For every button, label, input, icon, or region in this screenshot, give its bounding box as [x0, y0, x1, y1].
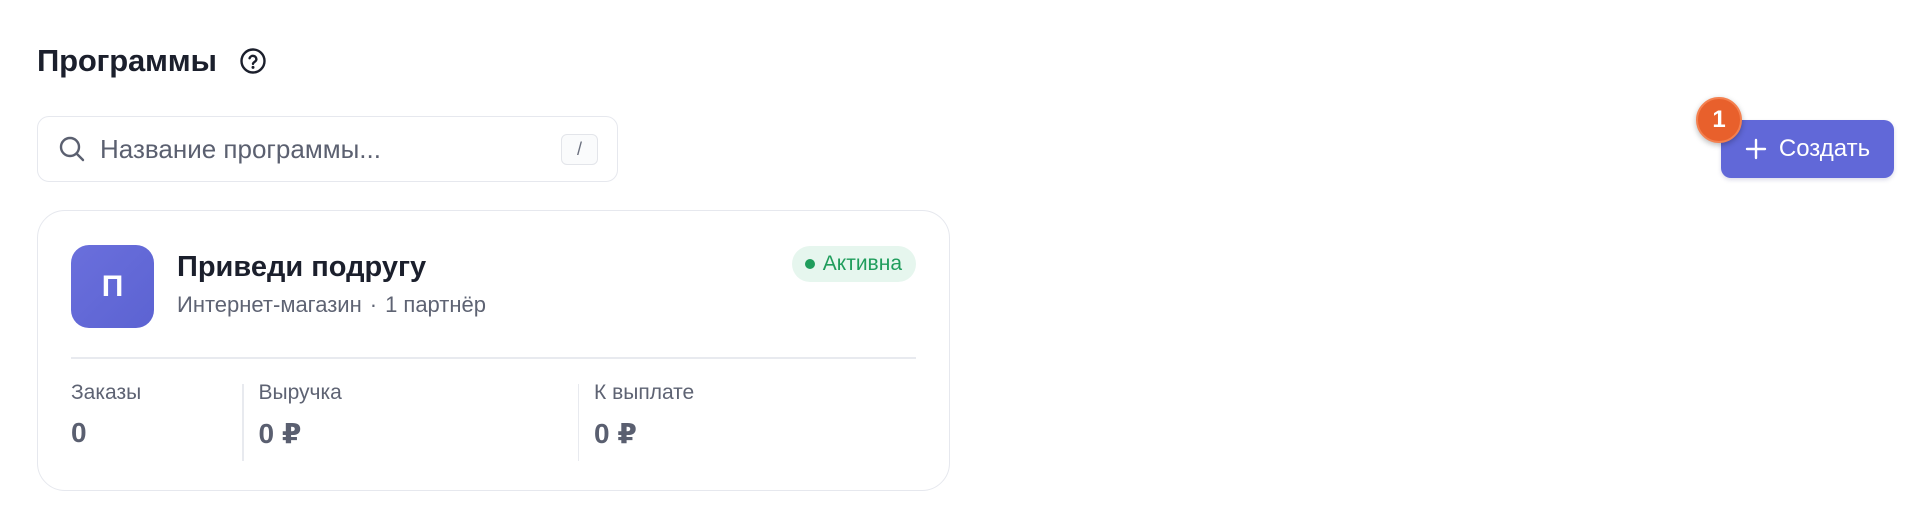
program-name: Приведи подругу — [177, 251, 427, 283]
programs-page: Программы / Создать 1 П Привед — [0, 0, 1920, 532]
card-divider — [71, 357, 916, 359]
create-button-label: Создать — [1778, 135, 1871, 162]
create-program-button[interactable]: Создать — [1721, 120, 1894, 178]
stat-value: 0 ₽ — [594, 418, 637, 449]
stat-label: Выручка — [258, 381, 342, 404]
stat-orders: Заказы 0 — [71, 381, 242, 467]
stat-value: 0 — [71, 417, 87, 448]
program-meta: Интернет-магазин · 1 партнёр — [177, 292, 486, 318]
page-title: Программы — [37, 43, 217, 78]
stat-label: Заказы — [71, 381, 142, 404]
stat-revenue: Выручка 0 ₽ — [244, 381, 578, 467]
stat-value: 0 ₽ — [258, 418, 302, 449]
meta-separator: · — [369, 292, 378, 317]
help-circle-icon[interactable] — [239, 47, 267, 75]
search-shortcut-hint: / — [561, 133, 598, 165]
status-label: Активна — [822, 252, 902, 275]
program-partners: 1 партнёр — [385, 292, 487, 317]
stat-payout: К выплате 0 ₽ — [579, 381, 694, 467]
step-badge: 1 — [1696, 97, 1742, 143]
stat-label: К выплате — [594, 381, 695, 404]
page-header: Программы — [37, 40, 267, 82]
search-input[interactable] — [100, 133, 561, 165]
program-card[interactable]: П Приведи подругу Интернет-магазин · 1 п… — [37, 210, 950, 491]
plus-icon — [1745, 138, 1767, 160]
status-dot-icon — [804, 259, 815, 269]
search-icon — [57, 134, 87, 164]
program-type: Интернет-магазин — [177, 292, 362, 317]
program-stats: Заказы 0 Выручка 0 ₽ К выплате 0 ₽ — [71, 381, 916, 467]
program-avatar: П — [71, 245, 154, 328]
status-badge: Активна — [791, 246, 916, 282]
search-box[interactable]: / — [37, 116, 618, 182]
